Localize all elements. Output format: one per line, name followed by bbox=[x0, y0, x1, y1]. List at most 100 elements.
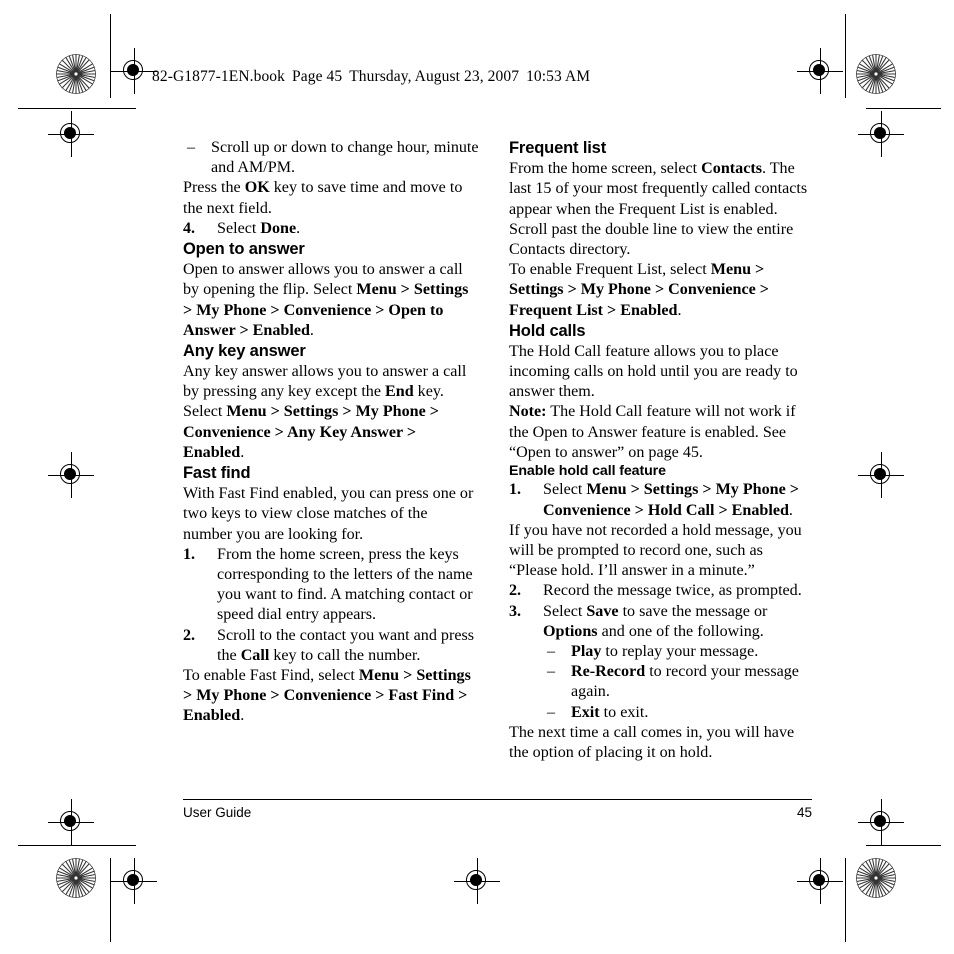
registration-mark-top-right bbox=[797, 48, 843, 94]
book-filename: 82-G1877-1EN.book bbox=[152, 68, 286, 85]
trim-rule-bottom-left-horizontal bbox=[18, 845, 136, 847]
section-heading-hold-calls: Hold calls bbox=[509, 321, 586, 340]
section-heading-open-to-answer: Open to answer bbox=[183, 240, 305, 259]
book-page-label: Page 45 bbox=[292, 68, 343, 85]
trim-rule-right-bottom-vertical bbox=[845, 858, 847, 942]
step-number: 2. bbox=[509, 582, 522, 600]
rosette-target-bottom-right bbox=[856, 858, 896, 898]
column-right: Frequent list From the home screen, sele… bbox=[509, 138, 812, 763]
dash-bullet-icon: – bbox=[547, 663, 556, 681]
enable-hold-step-1-period: . bbox=[788, 501, 793, 519]
trim-rule-top-left-horizontal bbox=[18, 108, 136, 110]
fast-find-step-2-after: key to call the number. bbox=[269, 646, 421, 664]
registration-mark-middle-right bbox=[858, 452, 904, 498]
hold-calls-intro: The Hold Call feature allows you to plac… bbox=[509, 342, 798, 401]
step4-after: . bbox=[296, 219, 301, 237]
open-to-answer-period: . bbox=[309, 321, 314, 339]
enable-hold-step-2: 2. Record the message twice, as prompted… bbox=[509, 581, 812, 601]
step-number: 2. bbox=[183, 626, 196, 644]
enable-hold-step-3: 3. Select Save to save the message or Op… bbox=[509, 602, 812, 642]
fast-find-step-2: 2. Scroll to the contact you want and pr… bbox=[183, 626, 480, 666]
hold-calls-note: Note: The Hold Call feature will not wor… bbox=[509, 402, 812, 463]
trim-rule-left-bottom-vertical bbox=[110, 858, 112, 942]
section-heading-frequent-list: Frequent list bbox=[509, 139, 607, 157]
fast-find-enable-paragraph: To enable Fast Find, select Menu > Setti… bbox=[183, 666, 480, 727]
re-record-label: Re-Record bbox=[571, 663, 646, 681]
footer-page-number: 45 bbox=[796, 805, 812, 820]
options-label: Options bbox=[543, 622, 598, 640]
step-number: 1. bbox=[183, 545, 196, 563]
hold-option-play: – Play to replay your message. bbox=[543, 642, 812, 662]
subsection-heading-enable-hold-call: Enable hold call feature bbox=[509, 463, 666, 480]
fast-find-intro: With Fast Find enabled, you can press on… bbox=[183, 485, 474, 543]
contacts-label: Contacts bbox=[701, 160, 762, 178]
registration-mark-bottom-left bbox=[111, 858, 157, 904]
section-heading-any-key-answer: Any key answer bbox=[183, 341, 306, 360]
call-key-label: Call bbox=[240, 646, 270, 664]
trim-rule-right-top-vertical bbox=[845, 14, 847, 98]
registration-mark-upper-right bbox=[858, 111, 904, 157]
done-label: Done bbox=[260, 219, 297, 237]
enable-hold-step-3-middle: to save the message or bbox=[618, 602, 768, 620]
fast-find-enable-period: . bbox=[240, 707, 245, 725]
dash-bullet-icon: – bbox=[547, 703, 556, 721]
ok-key-label: OK bbox=[244, 179, 270, 197]
frequent-list-body-a: From the home screen, select bbox=[509, 160, 702, 178]
rosette-target-bottom-left bbox=[56, 858, 96, 898]
step-number: 4. bbox=[183, 219, 196, 237]
footer-title: User Guide bbox=[183, 805, 252, 820]
play-label: Play bbox=[571, 643, 602, 661]
registration-mark-upper-left bbox=[48, 111, 94, 157]
fast-find-step-1: 1. From the home screen, press the keys … bbox=[183, 545, 480, 626]
end-key-label: End bbox=[385, 383, 414, 401]
hold-option-exit: – Exit to exit. bbox=[543, 703, 812, 723]
hold-option-re-record: – Re-Record to record your message again… bbox=[543, 662, 812, 702]
note-text: The Hold Call feature will not work if t… bbox=[509, 403, 796, 461]
enable-hold-step-1: 1. Select Menu > Settings > My Phone > C… bbox=[509, 480, 812, 520]
registration-mark-bottom-right bbox=[797, 858, 843, 904]
continued-bullet-item: – Scroll up or down to change hour, minu… bbox=[183, 138, 480, 178]
press-ok-paragraph: Press the OK key to save time and move t… bbox=[183, 178, 480, 218]
frequent-list-enable-before: To enable Frequent List, select bbox=[509, 261, 711, 279]
trim-rule-left-top-vertical bbox=[110, 14, 112, 98]
continued-bullet-text: Scroll up or down to change hour, minute… bbox=[211, 139, 479, 177]
registration-mark-lower-left bbox=[48, 799, 94, 845]
rosette-target-top-left bbox=[56, 54, 96, 94]
registration-mark-bottom-center bbox=[454, 858, 500, 904]
enable-hold-step-2-text: Record the message twice, as prompted. bbox=[543, 582, 802, 600]
press-ok-before: Press the bbox=[183, 179, 245, 197]
rosette-target-top-right bbox=[856, 54, 896, 94]
enable-hold-step-3-after: and one of the following. bbox=[597, 622, 764, 640]
save-label: Save bbox=[586, 602, 619, 620]
play-option-text: to replay your message. bbox=[601, 643, 759, 661]
book-date: Thursday, August 23, 2007 bbox=[349, 68, 520, 85]
fast-find-step-1-text: From the home screen, press the keys cor… bbox=[217, 545, 473, 624]
registration-mark-middle-left bbox=[48, 452, 94, 498]
enable-hold-step-1-followup: If you have not recorded a hold message,… bbox=[509, 521, 802, 580]
dash-bullet-icon: – bbox=[547, 643, 556, 661]
step-item-4: 4. Select Done. bbox=[183, 219, 480, 239]
book-source-header: 82-G1877-1EN.book Page 45 Thursday, August… bbox=[152, 68, 590, 86]
step-number: 3. bbox=[509, 602, 522, 620]
open-to-answer-paragraph: Open to answer allows you to answer a ca… bbox=[183, 260, 480, 341]
registration-mark-top-left bbox=[111, 48, 157, 94]
step4-before: Select bbox=[217, 219, 261, 237]
enable-hold-step-1-before: Select bbox=[543, 481, 587, 499]
frequent-list-enable-period: . bbox=[677, 301, 682, 319]
column-left: – Scroll up or down to change hour, minu… bbox=[183, 138, 480, 727]
step-number: 1. bbox=[509, 481, 522, 499]
fast-find-enable-before: To enable Fast Find, select bbox=[183, 667, 359, 685]
dash-bullet-icon: – bbox=[187, 139, 196, 156]
footer-divider bbox=[183, 799, 812, 801]
frequent-list-paragraph: From the home screen, select Contacts. T… bbox=[509, 159, 812, 260]
any-key-answer-paragraph: Any key answer allows you to answer a ca… bbox=[183, 362, 480, 463]
note-label: Note: bbox=[509, 403, 547, 421]
book-time: 10:53 AM bbox=[526, 68, 591, 85]
trim-rule-bottom-right-horizontal bbox=[866, 845, 941, 847]
enable-hold-step-3-before: Select bbox=[543, 602, 587, 620]
trim-rule-top-right-horizontal bbox=[866, 108, 941, 110]
enable-hold-closing: The next time a call comes in, you will … bbox=[509, 723, 795, 762]
section-heading-fast-find: Fast find bbox=[183, 464, 251, 483]
any-key-answer-period: . bbox=[240, 443, 245, 461]
exit-option-text: to exit. bbox=[599, 703, 649, 721]
